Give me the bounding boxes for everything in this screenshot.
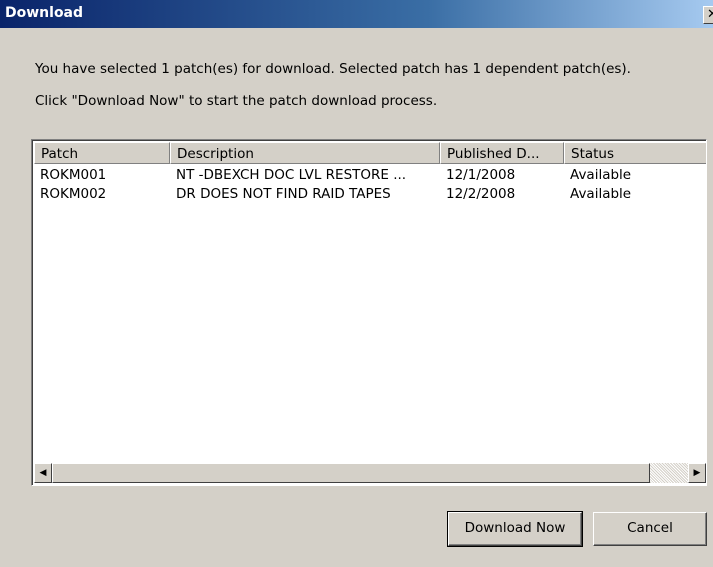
arrow-right-icon: ▶	[693, 468, 701, 478]
horizontal-scrollbar[interactable]: ◀ ▶	[34, 463, 706, 483]
close-button[interactable]: ✕	[703, 6, 713, 24]
column-header-patch[interactable]: Patch	[34, 142, 170, 164]
cell-patch: ROKM002	[40, 186, 107, 202]
column-header-status[interactable]: Status	[564, 142, 706, 164]
download-now-button[interactable]: Download Now	[447, 511, 583, 547]
cell-patch: ROKM001	[40, 167, 107, 183]
arrow-left-icon: ◀	[39, 468, 47, 478]
cell-published-date: 12/2/2008	[446, 186, 516, 202]
list-header: Patch Description Published D... Status	[34, 142, 706, 164]
cell-published-date: 12/1/2008	[446, 167, 516, 183]
close-icon: ✕	[707, 7, 713, 22]
table-row[interactable]: ROKM002 DR DOES NOT FIND RAID TAPES 12/2…	[34, 185, 706, 204]
window-title: Download	[5, 5, 84, 21]
cell-description: NT -DBEXCH DOC LVL RESTORE ...	[176, 167, 407, 183]
instruction-message: Click "Download Now" to start the patch …	[35, 93, 438, 109]
selection-message: You have selected 1 patch(es) for downlo…	[35, 61, 631, 77]
column-header-published-date[interactable]: Published D...	[440, 142, 564, 164]
patch-list[interactable]: Patch Description Published D... Status …	[31, 139, 707, 486]
table-row[interactable]: ROKM001 NT -DBEXCH DOC LVL RESTORE ... 1…	[34, 166, 706, 185]
scroll-thumb[interactable]	[52, 463, 650, 483]
cancel-button[interactable]: Cancel	[593, 512, 707, 546]
cell-status: Available	[570, 186, 632, 202]
title-bar[interactable]: Download ✕	[0, 0, 713, 28]
cell-description: DR DOES NOT FIND RAID TAPES	[176, 186, 391, 202]
scroll-track[interactable]	[52, 463, 688, 483]
column-header-description[interactable]: Description	[170, 142, 440, 164]
cell-status: Available	[570, 167, 632, 183]
scroll-left-button[interactable]: ◀	[34, 463, 52, 483]
scroll-right-button[interactable]: ▶	[688, 463, 706, 483]
